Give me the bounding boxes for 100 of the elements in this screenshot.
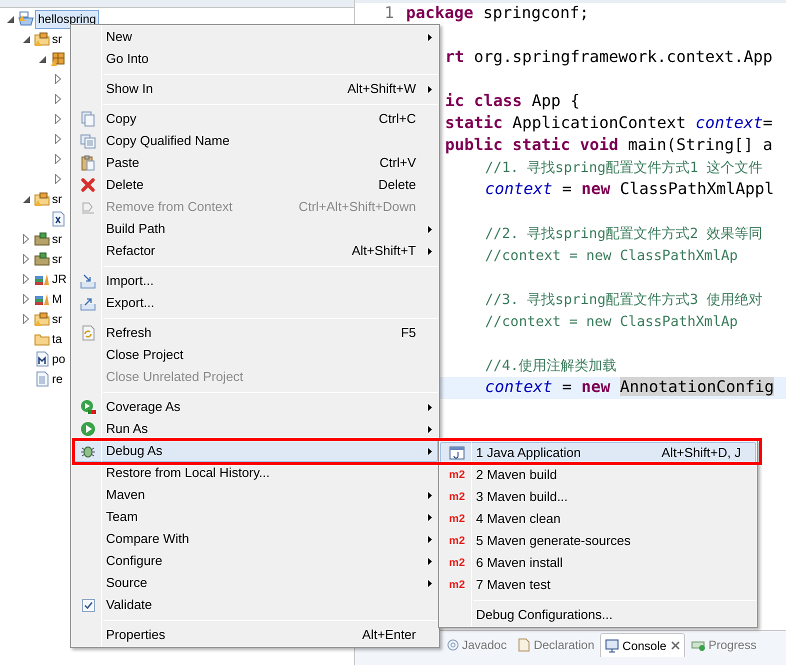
submenu-arrow-icon (428, 558, 432, 564)
collapsed-arrow-icon[interactable] (23, 274, 29, 284)
code-line: ic class App { (445, 91, 580, 110)
menu-item[interactable]: Copy Qualified Name (72, 130, 438, 152)
view-tab[interactable]: Javadoc (443, 633, 511, 657)
collapsed-arrow-icon[interactable] (55, 154, 61, 164)
collapsed-arrow-icon[interactable] (23, 294, 29, 304)
menu-item[interactable]: Restore from Local History... (72, 462, 438, 484)
expanded-arrow-icon[interactable] (22, 36, 30, 42)
menu-item[interactable]: Source (72, 572, 438, 594)
view-tab[interactable]: Console (600, 633, 686, 657)
menu-item[interactable]: Debug As (72, 440, 438, 462)
menu-item[interactable]: Close Project (72, 344, 438, 366)
menu-item[interactable]: Team (72, 506, 438, 528)
expanded-arrow-icon[interactable] (6, 16, 14, 22)
maven-label: m2 (449, 536, 465, 546)
submenu-arrow-icon (428, 580, 432, 586)
tree-item[interactable]: ta (51, 330, 64, 348)
refresh-icon (80, 325, 96, 341)
menu-item[interactable]: m2 3 Maven build... (440, 486, 756, 508)
menu-item[interactable]: Show In Alt+Shift+W (72, 78, 438, 100)
paste-icon (80, 155, 96, 171)
submenu-arrow-icon (428, 404, 432, 410)
tree-item[interactable]: re (51, 370, 64, 388)
menu-item[interactable]: m2 6 Maven install (440, 552, 756, 574)
at-icon (447, 639, 459, 651)
expanded-arrow-icon[interactable] (22, 196, 30, 202)
submenu-arrow-icon (428, 248, 432, 254)
menu-item[interactable]: Coverage As (72, 396, 438, 418)
menu-item[interactable]: Import... (72, 270, 438, 292)
tree-item[interactable]: sr (51, 230, 63, 248)
folder-icon (34, 311, 50, 327)
maven-label: m2 (449, 558, 465, 568)
menu-item[interactable]: Delete Delete (72, 174, 438, 196)
menu-item[interactable]: Export... (72, 292, 438, 314)
submenu-arrow-icon (428, 86, 432, 92)
menu-item[interactable]: Configure (72, 550, 438, 572)
menu-item[interactable]: New (72, 26, 438, 48)
code-line: //context = new ClassPathXmlAp (485, 313, 738, 330)
menu-item[interactable]: m2 4 Maven clean (440, 508, 756, 530)
copy-icon (80, 133, 96, 149)
code-line: package springconf; (406, 3, 590, 22)
view-tab[interactable]: Declaration (512, 633, 598, 657)
line-number: 1 (384, 3, 394, 22)
tree-item[interactable]: hellospring (35, 10, 100, 28)
submenu-arrow-icon (428, 536, 432, 542)
menu-item[interactable]: Paste Ctrl+V (72, 152, 438, 174)
menu-item[interactable]: Refresh F5 (72, 322, 438, 344)
collapsed-arrow-icon[interactable] (55, 94, 61, 104)
tree-item[interactable]: sr (51, 190, 63, 208)
xml-file-icon (50, 211, 66, 227)
collapsed-arrow-icon[interactable] (23, 254, 29, 264)
collapsed-arrow-icon[interactable] (23, 234, 29, 244)
menu-item[interactable]: Copy Ctrl+C (72, 108, 438, 130)
menu-item[interactable]: Maven (72, 484, 438, 506)
menu-item[interactable]: Debug Configurations... (440, 604, 756, 626)
coverage-icon (80, 399, 96, 415)
maven-label: m2 (449, 514, 465, 524)
view-tab[interactable]: Progress (687, 633, 760, 657)
code-line: //2. 寻找spring配置文件方式2 效果等同 (485, 225, 763, 242)
collapsed-arrow-icon[interactable] (55, 174, 61, 184)
submenu-arrow-icon (428, 426, 432, 432)
menu-item[interactable]: Run As (72, 418, 438, 440)
tree-item[interactable]: sr (51, 310, 63, 328)
collapsed-arrow-icon[interactable] (55, 74, 61, 84)
close-icon[interactable] (671, 641, 680, 650)
tree-item[interactable]: po (51, 350, 66, 368)
maven-label: m2 (449, 580, 465, 590)
collapsed-arrow-icon[interactable] (55, 114, 61, 124)
menu-item[interactable]: Validate (72, 594, 438, 616)
menu-item[interactable]: Properties Alt+Enter (72, 624, 438, 646)
tree-item[interactable]: JR (51, 270, 68, 288)
text-file-icon (34, 371, 50, 387)
code-line: //1. 寻找spring配置文件方式1 这个文件 (485, 159, 763, 176)
pom-file-icon (34, 351, 50, 367)
submenu-arrow-icon (428, 226, 432, 232)
expanded-arrow-icon[interactable] (38, 56, 46, 62)
folder-icon (34, 251, 50, 267)
document-icon (516, 638, 531, 652)
menu-item[interactable]: Build Path (72, 218, 438, 240)
project-icon (18, 11, 34, 27)
menu-item[interactable]: Go Into (72, 48, 438, 70)
menu-item[interactable]: m2 2 Maven build (440, 464, 756, 486)
delete-icon (80, 177, 96, 193)
menu-item[interactable]: Compare With (72, 528, 438, 550)
collapsed-arrow-icon[interactable] (23, 314, 29, 324)
run-icon (80, 421, 96, 437)
collapsed-arrow-icon[interactable] (55, 134, 61, 144)
submenu-arrow-icon (428, 448, 432, 454)
code-line: rt org.springframework.context.App (445, 47, 773, 66)
menu-item[interactable]: 1 Java Application Alt+Shift+D, J (440, 442, 756, 464)
monitor-icon (605, 638, 620, 652)
menu-item[interactable]: m2 5 Maven generate-sources (440, 530, 756, 552)
menu-item[interactable]: m2 7 Maven test (440, 574, 756, 596)
code-line: static ApplicationContext context= (445, 113, 773, 132)
tree-item[interactable]: M (51, 290, 63, 308)
menu-item[interactable]: Refactor Alt+Shift+T (72, 240, 438, 262)
tree-item[interactable]: sr (51, 30, 63, 48)
tree-item[interactable]: sr (51, 250, 63, 268)
code-line: public static void main(String[] a (445, 135, 773, 154)
